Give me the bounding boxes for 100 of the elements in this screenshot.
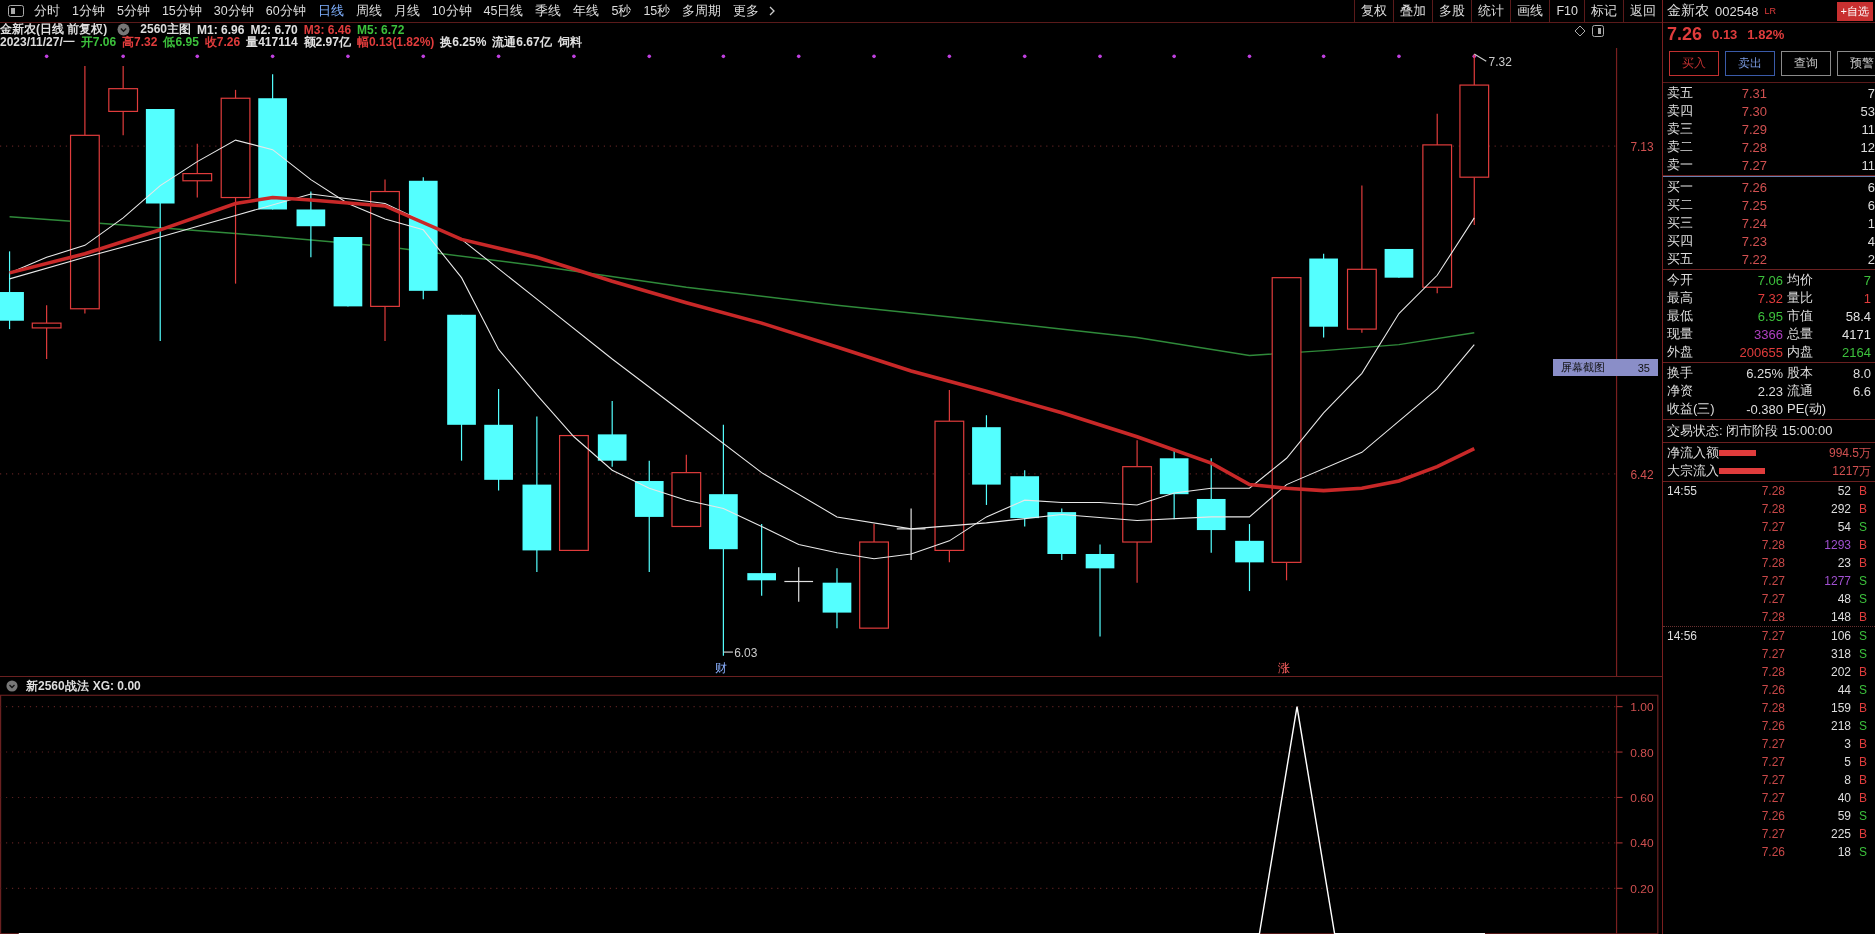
candlestick [783, 566, 814, 603]
order-level-label: 买五 [1667, 250, 1694, 268]
leader-line [722, 651, 734, 653]
trade-button[interactable]: 预警 [1837, 51, 1875, 76]
signal-dot [572, 54, 576, 59]
period-tab[interactable]: 10分钟 [425, 2, 478, 20]
toolbar-button[interactable]: 多股 [1432, 0, 1472, 22]
dropdown-icon[interactable] [117, 23, 131, 36]
toolbar-button[interactable]: 复权 [1354, 0, 1394, 22]
order-volume: 1 [1866, 215, 1875, 231]
tick-side: B [1858, 791, 1868, 805]
stat-value: 8.0 [1852, 365, 1871, 381]
stat-label: 换手 [1667, 364, 1694, 382]
panel-toggle-icon[interactable] [8, 5, 24, 17]
stat-label: 总量 [1787, 325, 1814, 343]
toolbar-button[interactable]: 画线 [1510, 0, 1550, 22]
candlestick [182, 143, 213, 199]
period-tab[interactable]: 5秒 [605, 2, 638, 20]
stat-label: 均价 [1787, 271, 1814, 289]
stat-value: 3366 [1753, 326, 1784, 342]
period-tab[interactable]: 月线 [387, 2, 426, 20]
toolbar-button[interactable]: 标记 [1584, 0, 1623, 22]
period-tab[interactable]: 15分钟 [155, 2, 208, 20]
tick-price: 7.28 [1760, 665, 1785, 679]
order-level-label: 买一 [1667, 178, 1694, 196]
quote-value: 量417114 [246, 34, 298, 51]
tooltip-label: 屏幕截图 [1561, 360, 1605, 375]
tick-time: 14:56 [1667, 629, 1698, 643]
tick-side: B [1858, 538, 1868, 552]
quote-value: 换6.25% [440, 34, 487, 51]
price-axis-label: 7.13 [1630, 139, 1654, 154]
stock-code: 002548 [1715, 3, 1759, 19]
tick-side: B [1858, 737, 1868, 751]
signal-dot [1472, 54, 1477, 59]
axis-tick-label: 0.40 [1630, 836, 1654, 850]
tick-side: S [1858, 629, 1868, 643]
tick-volume: 54 [1836, 520, 1851, 534]
stat-label: 流通 [1787, 382, 1814, 400]
period-tab[interactable]: 15秒 [637, 2, 677, 20]
candlestick [1010, 469, 1040, 528]
price-change: 0.13 [1712, 26, 1738, 42]
screenshot-tooltip[interactable]: 屏幕截图 35 [1553, 359, 1658, 376]
stat-label: 最低 [1667, 307, 1694, 325]
tick-price: 7.27 [1760, 755, 1785, 769]
signal-dot [1172, 54, 1176, 59]
signal-dot [647, 54, 652, 59]
order-volume: 4 [1866, 233, 1875, 249]
stat-value: 6.95 [1756, 308, 1784, 324]
period-tab[interactable]: 30分钟 [207, 2, 260, 20]
stat-label: 量比 [1787, 289, 1814, 307]
quote-value: 低6.95 [163, 35, 199, 51]
panel-toggle-icon[interactable] [1592, 25, 1604, 37]
signal-dot [496, 54, 501, 59]
toolbar-button[interactable]: 叠加 [1393, 0, 1433, 22]
order-price: 7.28 [1740, 139, 1767, 155]
period-tab[interactable]: 年线 [567, 2, 606, 20]
event-marker: 财 [715, 661, 727, 676]
period-tab[interactable]: 60分钟 [259, 2, 312, 20]
candlestick [1047, 507, 1077, 561]
trade-button[interactable]: 卖出 [1725, 51, 1775, 76]
quote-value: 流通6.67亿 [492, 34, 552, 51]
order-volume: 53 [1859, 103, 1875, 119]
tick-volume: 52 [1836, 484, 1851, 498]
toolbar-button[interactable]: 返回 [1623, 0, 1662, 22]
tick-price: 7.28 [1760, 502, 1785, 516]
tick-side: B [1858, 755, 1868, 769]
tooltip-value: 35 [1637, 361, 1650, 374]
high-price-label: 7.32 [1488, 54, 1512, 69]
stat-label: 市值 [1787, 307, 1814, 325]
period-tab[interactable]: 45日线 [477, 2, 530, 20]
diamond-icon[interactable] [1574, 25, 1586, 37]
add-watchlist-button[interactable]: +自选 [1836, 1, 1873, 21]
flow-label: 净流入额 [1667, 444, 1717, 462]
tick-price: 7.27 [1760, 773, 1785, 787]
signal-dot [721, 54, 726, 59]
tick-price: 7.27 [1760, 520, 1785, 534]
period-tab[interactable]: 日线 [311, 2, 350, 20]
tick-price: 7.26 [1760, 809, 1785, 823]
quote-value: 开7.06 [80, 35, 117, 51]
period-tab[interactable]: 分时 [28, 2, 66, 20]
tick-price: 7.28 [1760, 610, 1785, 624]
signal-dot [796, 54, 801, 59]
indicator-name: 2560主图 [140, 21, 192, 36]
more-button[interactable]: 更多 [727, 2, 766, 20]
period-tab[interactable]: 周线 [349, 2, 388, 20]
period-tab[interactable]: 多周期 [676, 2, 728, 20]
toolbar-button[interactable]: 统计 [1471, 0, 1511, 22]
stat-value: 1 [1862, 290, 1872, 306]
trade-button[interactable]: 买入 [1669, 51, 1719, 76]
order-volume: 6 [1866, 197, 1875, 213]
chevron-right-icon[interactable] [769, 6, 776, 16]
last-price: 7.26 [1667, 23, 1703, 45]
period-tab[interactable]: 1分钟 [66, 2, 111, 20]
trade-button[interactable]: 查询 [1781, 51, 1831, 76]
toolbar-button[interactable]: F10 [1549, 0, 1584, 22]
dropdown-icon[interactable] [6, 680, 18, 692]
axis-tick-label: 1.00 [1630, 700, 1654, 714]
stock-name: 金新农 [1667, 2, 1709, 20]
period-tab[interactable]: 5分钟 [110, 2, 156, 20]
period-tab[interactable]: 季线 [529, 2, 568, 20]
